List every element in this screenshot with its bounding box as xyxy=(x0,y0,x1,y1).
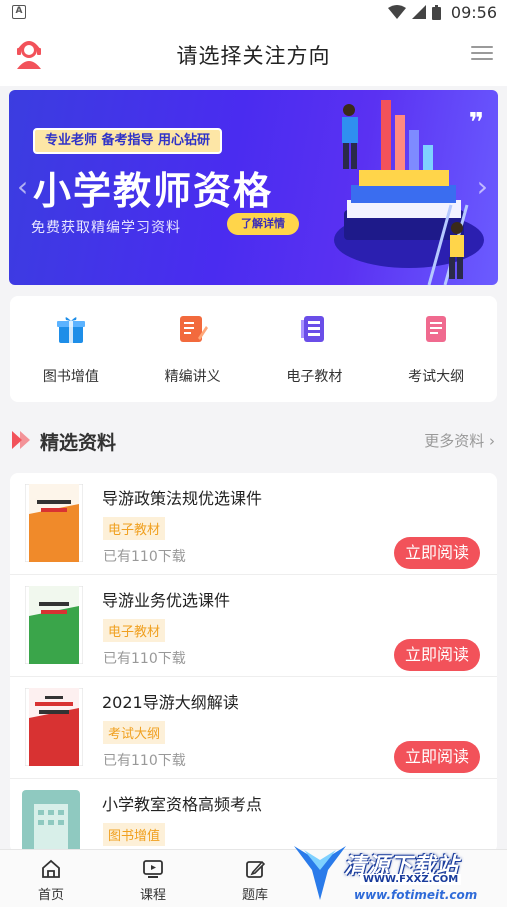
category-grid: 图书增值 精编讲义 电子教材 考试大纲 xyxy=(10,296,497,402)
nav-label: 题库 xyxy=(241,888,268,903)
material-title: 导游业务优选课件 xyxy=(102,591,231,610)
book-cover xyxy=(22,790,80,853)
category-label: 考试大纲 xyxy=(408,369,465,385)
banner-tagline: 专业老师 备考指导 用心钻研 xyxy=(33,128,223,154)
read-now-button[interactable]: 立即阅读 xyxy=(394,741,480,773)
clock: 09:56 xyxy=(450,2,497,22)
category-label: 电子教材 xyxy=(286,369,343,385)
user-avatar-icon[interactable] xyxy=(12,37,46,71)
category-label: 图书增值 xyxy=(42,369,99,385)
signal-icon xyxy=(411,5,426,19)
wifi-icon xyxy=(387,5,406,19)
page-title[interactable]: 请选择关注方向 xyxy=(177,40,331,70)
watermark: 清源下载站 WWW.FXXZ.COM www.fotimeit.com xyxy=(290,842,500,904)
book-cover xyxy=(25,586,83,664)
banner-illustration xyxy=(334,100,484,285)
outline-icon xyxy=(426,316,447,342)
materials-list: 导游政策法规优选课件 电子教材 已有110下载 立即阅读 导游业务优选课件 电子… xyxy=(10,473,497,853)
ebook-icon xyxy=(301,316,325,342)
more-materials-link[interactable]: 更多资料 › xyxy=(424,430,495,451)
section-marker-icon xyxy=(12,431,30,449)
banner-title-part1: 小学教 xyxy=(33,169,154,213)
material-title: 2021导游大纲解读 xyxy=(102,693,239,712)
download-count: 已有110下载 xyxy=(103,549,186,565)
material-tag: 电子教材 xyxy=(103,619,166,642)
list-item[interactable]: 导游政策法规优选课件 电子教材 已有110下载 立即阅读 xyxy=(10,473,497,575)
quote-mark: ❞ xyxy=(468,108,484,138)
category-item[interactable]: 图书增值 xyxy=(10,296,132,402)
promo-banner[interactable]: ❞ 专业老师 备考指导 用心钻研 小学教师资格 免费获取精编学习资料 了解详情 … xyxy=(9,90,498,285)
banner-subtitle: 免费获取精编学习资料 xyxy=(31,220,181,236)
section-header: 精选资料 更多资料 › xyxy=(0,420,507,460)
list-item[interactable]: 2021导游大纲解读 考试大纲 已有110下载 立即阅读 xyxy=(10,677,497,779)
nav-home[interactable]: 首页 xyxy=(0,850,102,907)
banner-title-part2: 师资格 xyxy=(153,169,274,213)
material-tag: 电子教材 xyxy=(103,517,166,540)
read-now-button[interactable]: 立即阅读 xyxy=(394,639,480,671)
banner-prev-icon[interactable]: ‹ xyxy=(17,170,28,203)
status-bar: A 09:56 xyxy=(0,0,507,24)
nav-courses[interactable]: 课程 xyxy=(102,850,204,907)
menu-icon[interactable] xyxy=(471,43,493,63)
download-count: 已有110下载 xyxy=(103,651,186,667)
watermark-url: WWW.FXXZ.COM xyxy=(360,874,462,885)
material-title: 导游政策法规优选课件 xyxy=(102,489,263,508)
watermark-logo xyxy=(294,846,346,900)
section-title: 精选资料 xyxy=(40,432,117,454)
material-tag: 图书增值 xyxy=(103,823,166,846)
category-item[interactable]: 电子教材 xyxy=(254,296,376,402)
category-item[interactable]: 考试大纲 xyxy=(375,296,497,402)
banner-next-icon[interactable]: › xyxy=(477,170,488,203)
category-item[interactable]: 精编讲义 xyxy=(132,296,254,402)
notes-icon xyxy=(179,316,208,342)
material-tag: 考试大纲 xyxy=(103,721,166,744)
notification-icon: A xyxy=(12,5,26,19)
app-header: 请选择关注方向 xyxy=(0,24,507,86)
home-icon xyxy=(42,859,60,878)
banner-title: 小学教师资格 xyxy=(33,160,273,215)
book-cover xyxy=(25,688,83,766)
download-count: 已有110下载 xyxy=(103,753,186,769)
watermark-url-2: www.fotimeit.com xyxy=(354,888,478,902)
gift-icon xyxy=(56,317,85,343)
read-now-button[interactable]: 立即阅读 xyxy=(394,537,480,569)
nav-label: 首页 xyxy=(37,888,64,903)
banner-detail-button[interactable]: 了解详情 xyxy=(227,213,299,235)
category-label: 精编讲义 xyxy=(164,369,221,385)
battery-icon xyxy=(431,4,441,20)
list-item[interactable]: 导游业务优选课件 电子教材 已有110下载 立即阅读 xyxy=(10,575,497,677)
book-cover xyxy=(25,484,83,562)
video-icon xyxy=(143,860,163,878)
edit-icon xyxy=(246,860,266,878)
material-title: 小学教室资格高频考点 xyxy=(102,795,263,814)
nav-label: 课程 xyxy=(139,888,166,903)
